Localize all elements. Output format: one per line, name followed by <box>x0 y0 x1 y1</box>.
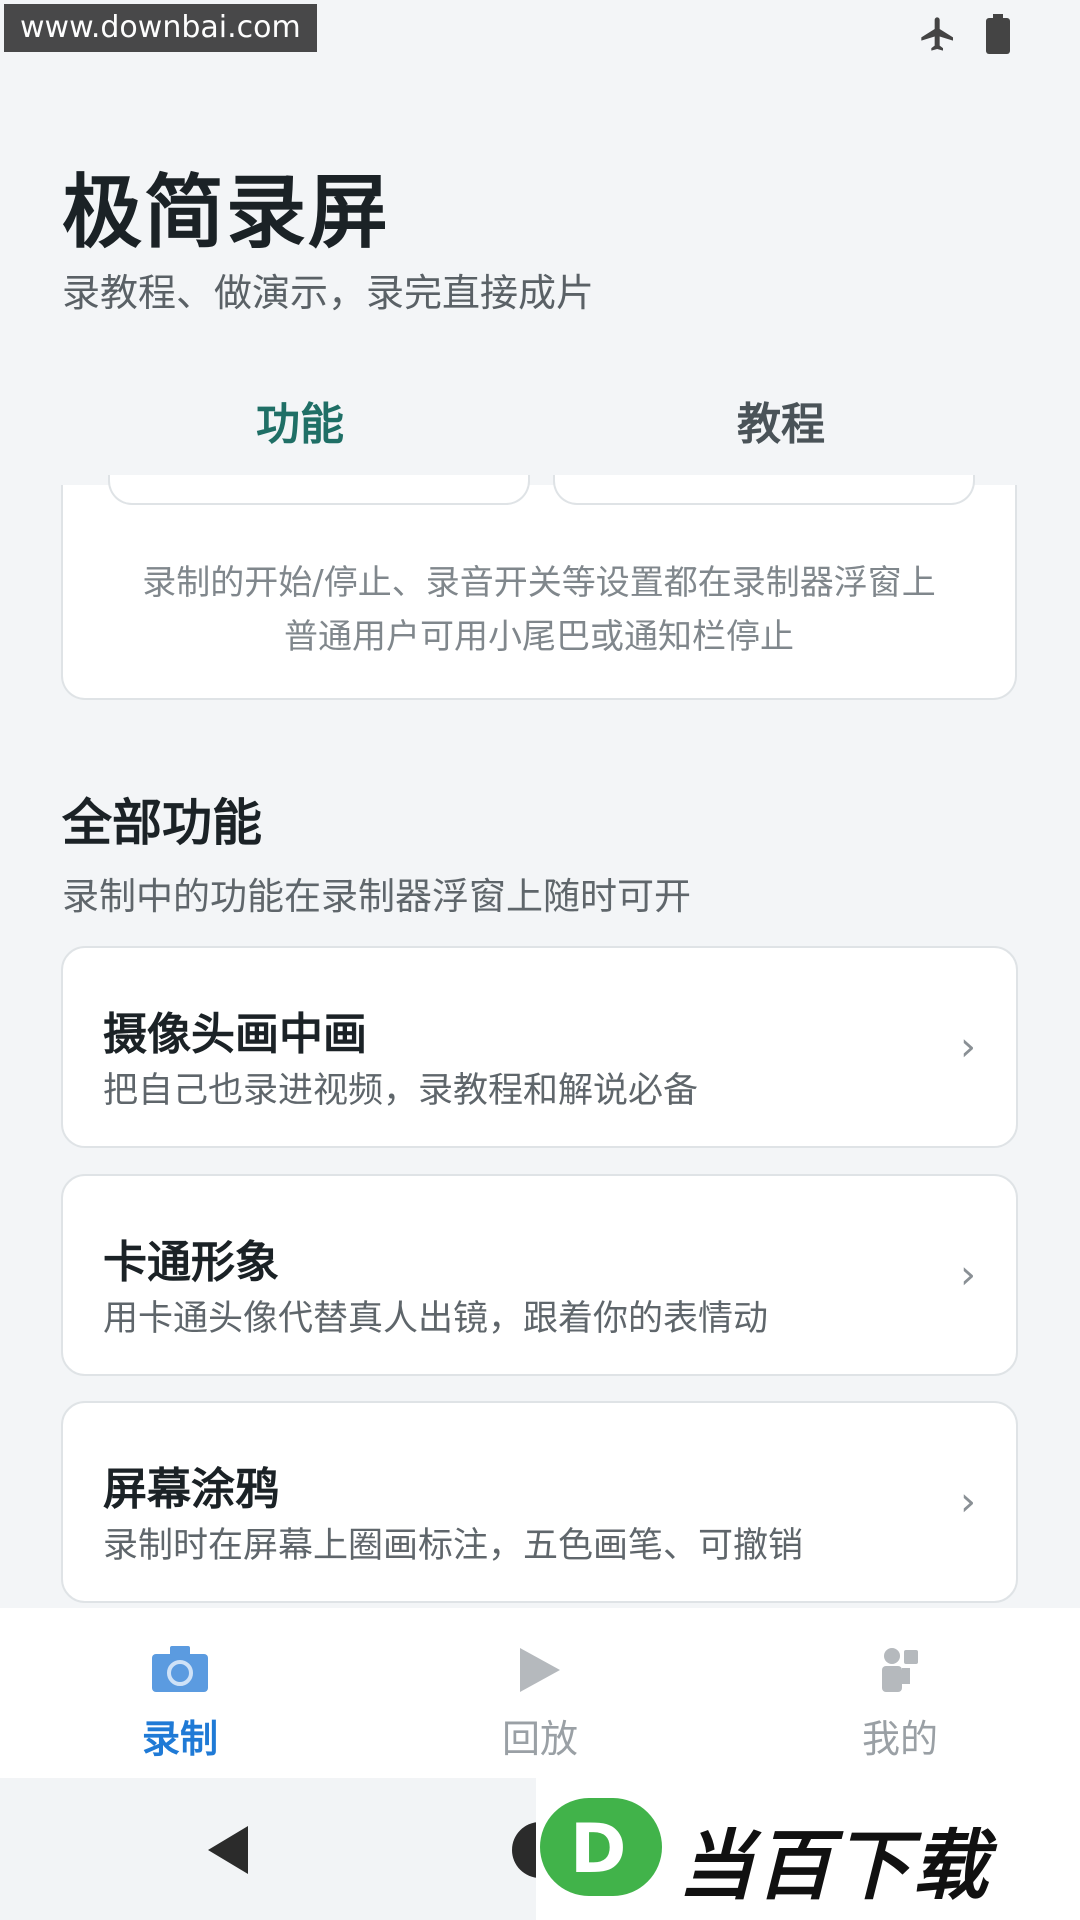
feature-description: 录制时在屏幕上圈画标注，五色画笔、可撤销 <box>103 1526 804 1566</box>
nav-item-label: 我的 <box>861 1717 938 1761</box>
info-text-line1: 录制的开始/停止、录音开关等设置都在录制器浮窗上 <box>142 563 936 603</box>
logo-text: 当百下载 <box>678 1821 990 1910</box>
airplane-icon <box>918 14 958 54</box>
nav-item-label: 录制 <box>141 1717 218 1761</box>
feature-title: 摄像头画中画 <box>103 1009 367 1060</box>
card-option-right[interactable] <box>553 475 975 505</box>
nav-item-playback[interactable]: 回放 <box>440 1608 640 1778</box>
person-icon <box>872 1644 924 1700</box>
battery-icon <box>986 14 1010 54</box>
watermark-label: www.downbai.com <box>4 4 317 52</box>
feature-card-screen-doodle[interactable]: 屏幕涂鸦 录制时在屏幕上圈画标注，五色画笔、可撤销 › <box>61 1401 1018 1603</box>
feature-description: 用卡通头像代替真人出镜，跟着你的表情动 <box>103 1299 769 1339</box>
logo-letter: D <box>570 1810 627 1889</box>
feature-title: 卡通形象 <box>103 1237 279 1288</box>
info-text-line2: 普通用户可用小尾巴或通知栏停止 <box>284 617 794 657</box>
play-icon <box>512 1644 564 1700</box>
feature-title: 屏幕涂鸦 <box>103 1464 279 1515</box>
app-subtitle: 录教程、做演示，录完直接成片 <box>62 271 595 315</box>
back-icon[interactable] <box>200 1822 256 1882</box>
nav-item-label: 回放 <box>501 1717 578 1761</box>
nav-item-record[interactable]: 录制 <box>80 1608 280 1778</box>
camera-icon <box>152 1644 208 1696</box>
logo-badge: D <box>540 1798 662 1896</box>
app-title: 极简录屏 <box>62 166 390 259</box>
chevron-right-icon: › <box>960 1024 976 1070</box>
tab-bar: 功能 教程 <box>0 370 1080 485</box>
chevron-right-icon: › <box>960 1479 976 1525</box>
card-option-left[interactable] <box>108 475 530 505</box>
feature-description: 把自己也录进视频，录教程和解说必备 <box>103 1071 699 1111</box>
recorder-info-card: 录制的开始/停止、录音开关等设置都在录制器浮窗上 普通用户可用小尾巴或通知栏停止 <box>61 475 1017 700</box>
nav-item-mine[interactable]: 我的 <box>800 1608 1000 1778</box>
bottom-navigation: 录制 回放 我的 <box>0 1608 1080 1778</box>
site-logo-watermark: D 当百下载 <box>536 1778 1080 1920</box>
chevron-right-icon: › <box>960 1252 976 1298</box>
section-subtitle: 录制中的功能在录制器浮窗上随时可开 <box>62 875 691 918</box>
feature-card-cartoon-avatar[interactable]: 卡通形象 用卡通头像代替真人出镜，跟着你的表情动 › <box>61 1174 1018 1376</box>
status-bar: www.downbai.com <box>0 0 1080 72</box>
section-title: 全部功能 <box>62 794 262 852</box>
tab-features[interactable]: 功能 <box>256 388 344 452</box>
tab-tutorials[interactable]: 教程 <box>737 388 825 452</box>
feature-card-camera-pip[interactable]: 摄像头画中画 把自己也录进视频，录教程和解说必备 › <box>61 946 1018 1148</box>
